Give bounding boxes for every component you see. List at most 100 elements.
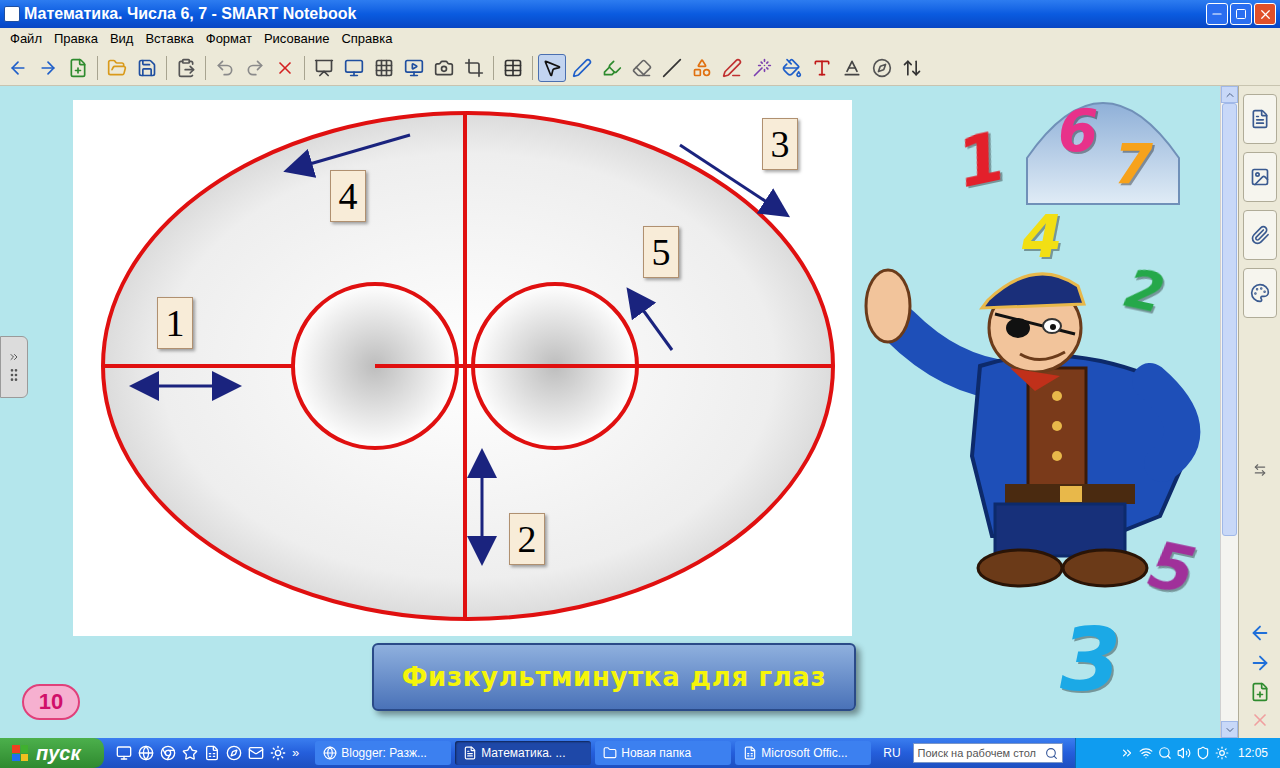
- tool-icon: [215, 58, 235, 78]
- toolbar-button[interactable]: [898, 54, 926, 82]
- tray-icon[interactable]: [1215, 746, 1229, 760]
- maximize-button[interactable]: [1230, 3, 1252, 25]
- toolbar-button[interactable]: [430, 54, 458, 82]
- task-button[interactable]: Blogger: Разж...: [315, 741, 451, 765]
- toolbar-button[interactable]: [64, 54, 92, 82]
- quick-launch-more[interactable]: »: [292, 743, 299, 763]
- quick-launch-icon[interactable]: [160, 745, 176, 761]
- toolbar-button[interactable]: [838, 54, 866, 82]
- toolbar-button[interactable]: [103, 54, 131, 82]
- toolbar-button[interactable]: [598, 54, 626, 82]
- menu-item[interactable]: Рисование: [258, 29, 335, 49]
- toolbar-button[interactable]: [4, 54, 32, 82]
- toolbar-button[interactable]: [460, 54, 488, 82]
- toolbar-button[interactable]: [271, 54, 299, 82]
- toolbar-separator: [97, 56, 98, 80]
- tray-icon[interactable]: [1158, 746, 1172, 760]
- toolbar-button[interactable]: [211, 54, 239, 82]
- diagram-image: 12345: [73, 100, 852, 636]
- task-icon: [323, 746, 337, 760]
- quick-launch-icon[interactable]: [182, 745, 198, 761]
- caption-button[interactable]: Физкультминутка для глаз: [372, 643, 856, 711]
- tool-icon: [842, 58, 862, 78]
- task-button[interactable]: Microsoft Offic...: [735, 741, 871, 765]
- task-icon: [743, 746, 757, 760]
- resize-icon[interactable]: [1253, 463, 1267, 477]
- toolbar-button[interactable]: [499, 54, 527, 82]
- sidebar-tab[interactable]: [1243, 210, 1277, 260]
- next-page-icon[interactable]: [1249, 652, 1271, 674]
- tool-icon: [464, 58, 484, 78]
- tool-icon: [107, 58, 127, 78]
- tool-icon: [68, 58, 88, 78]
- decor-digit: 7: [1114, 136, 1153, 192]
- menu-item[interactable]: Вид: [104, 29, 140, 49]
- window-title: Математика. Числа 6, 7 - SMART Notebook: [24, 2, 356, 26]
- sidebar-tab[interactable]: [1243, 152, 1277, 202]
- quick-launch-icon[interactable]: [226, 745, 242, 761]
- toolbar-button[interactable]: [658, 54, 686, 82]
- decor-digit: 3: [1060, 616, 1121, 704]
- toolbar-button[interactable]: [808, 54, 836, 82]
- tool-icon: [782, 58, 802, 78]
- language-indicator[interactable]: RU: [875, 744, 908, 762]
- menu-item[interactable]: Формат: [200, 29, 258, 49]
- quick-launch-icon[interactable]: [204, 745, 220, 761]
- toolbar-button[interactable]: [538, 54, 566, 82]
- desktop-search[interactable]: Поиск на рабочем стол: [913, 743, 1063, 763]
- menu-item[interactable]: Файл: [4, 29, 48, 49]
- tray-icon[interactable]: [1120, 746, 1134, 760]
- toolbar-button[interactable]: [400, 54, 428, 82]
- toolbar-button[interactable]: [868, 54, 896, 82]
- scroll-down-icon: [1224, 724, 1236, 736]
- toolbar-button[interactable]: [310, 54, 338, 82]
- delete-page-icon[interactable]: [1250, 710, 1270, 730]
- start-button[interactable]: пуск: [0, 738, 104, 768]
- quick-launch-icon[interactable]: [116, 745, 132, 761]
- diagram-label: 3: [762, 118, 798, 170]
- clock: 12:05: [1238, 744, 1268, 762]
- close-button[interactable]: [1254, 3, 1276, 25]
- task-button[interactable]: Математика. ...: [455, 741, 591, 765]
- toolbar-button[interactable]: [172, 54, 200, 82]
- task-button[interactable]: Новая папка: [595, 741, 731, 765]
- toolbar-button[interactable]: [688, 54, 716, 82]
- toolbar-button[interactable]: [718, 54, 746, 82]
- restore-icon: [1235, 8, 1247, 20]
- decor-digit: 5: [1144, 532, 1201, 604]
- menu-item[interactable]: Справка: [335, 29, 398, 49]
- scroll-thumb[interactable]: [1222, 103, 1237, 536]
- decor-digit: 2: [1121, 261, 1169, 322]
- tray-icon[interactable]: [1139, 746, 1153, 760]
- tool-icon: [176, 58, 196, 78]
- toolbar-button[interactable]: [778, 54, 806, 82]
- side-panel-handle[interactable]: [0, 336, 28, 398]
- sidebar-tab[interactable]: [1243, 268, 1277, 318]
- toolbar-button[interactable]: [370, 54, 398, 82]
- menu-item[interactable]: Правка: [48, 29, 104, 49]
- quick-launch-icon[interactable]: [138, 745, 154, 761]
- minimize-button[interactable]: [1206, 3, 1228, 25]
- sidebar-tab[interactable]: [1243, 94, 1277, 144]
- toolbar-button[interactable]: [241, 54, 269, 82]
- quick-launch-icon[interactable]: [270, 745, 286, 761]
- toolbar-button[interactable]: [568, 54, 596, 82]
- tool-icon: [572, 58, 592, 78]
- previous-page-icon[interactable]: [1249, 622, 1271, 644]
- dome-shape: [1025, 98, 1181, 206]
- quick-launch-icon[interactable]: [248, 745, 264, 761]
- page-canvas[interactable]: 12345Физкультминутка для глаз101674253: [0, 86, 1220, 738]
- tray-icon[interactable]: [1196, 746, 1210, 760]
- toolbar-button[interactable]: [133, 54, 161, 82]
- tray-icon[interactable]: [1177, 746, 1191, 760]
- toolbar-button[interactable]: [340, 54, 368, 82]
- toolbar-button[interactable]: [628, 54, 656, 82]
- grip-icon: [6, 367, 22, 383]
- add-page-icon[interactable]: [1250, 682, 1270, 702]
- toolbar-button[interactable]: [34, 54, 62, 82]
- toolbar-button[interactable]: [748, 54, 776, 82]
- task-icon: [603, 746, 617, 760]
- vertical-scrollbar[interactable]: [1220, 86, 1238, 738]
- menu-item[interactable]: Вставка: [139, 29, 199, 49]
- taskbar: пуск » Blogger: Разж...Математика. ...Нова…: [0, 738, 1280, 768]
